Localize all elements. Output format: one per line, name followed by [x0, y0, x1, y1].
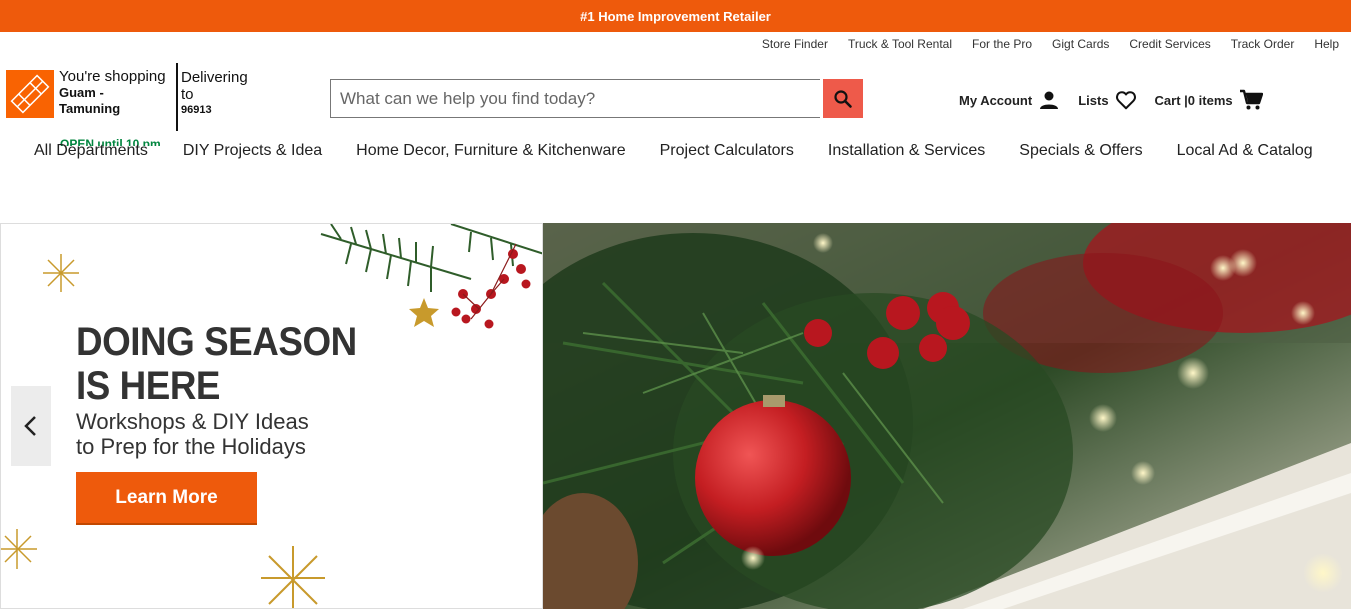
utility-link-truck-tool-rental[interactable]: Truck & Tool Rental — [848, 37, 952, 51]
my-account-label: My Account — [959, 92, 1033, 108]
utility-link-credit-services[interactable]: Credit Services — [1129, 37, 1210, 51]
header-divider — [176, 63, 178, 131]
nav-project-calculators[interactable]: Project Calculators — [660, 142, 794, 160]
search-button[interactable] — [823, 79, 863, 118]
nav-home-decor[interactable]: Home Decor, Furniture & Kitchenware — [356, 142, 625, 160]
lists-button[interactable]: Lists — [1078, 89, 1136, 111]
utility-link-for-the-pro[interactable]: For the Pro — [972, 37, 1032, 51]
nav-diy-projects[interactable]: DIY Projects & Idea — [183, 142, 322, 160]
delivery-zip-selector[interactable]: Delivering to 96913 — [181, 69, 248, 117]
delivery-label-line1: Delivering — [181, 69, 248, 86]
utility-link-gift-cards[interactable]: Gigt Cards — [1052, 37, 1109, 51]
header-actions: My Account Lists Cart |0 items — [959, 89, 1263, 111]
hero-headline-line2: IS HERE — [76, 364, 221, 408]
store-label: You're shopping — [59, 68, 166, 85]
home-depot-logo[interactable] — [6, 70, 54, 118]
hero-image — [543, 223, 1351, 609]
carousel-prev-button[interactable] — [11, 386, 51, 466]
cart-label: Cart |0 items — [1154, 92, 1233, 108]
nav-specials-offers[interactable]: Specials & Offers — [1019, 142, 1142, 160]
heart-icon — [1115, 91, 1136, 110]
nav-all-departments[interactable]: All Departments — [34, 142, 148, 160]
logo-mark — [6, 70, 54, 118]
christmas-garland-photo — [543, 223, 1351, 609]
hero-headline-line1: DOING SEASON — [76, 320, 357, 364]
search-input[interactable] — [330, 79, 820, 118]
cart-icon — [1239, 89, 1263, 110]
utility-link-track-order[interactable]: Track Order — [1231, 37, 1295, 51]
hero-sub-line2: to Prep for the Holidays — [76, 434, 306, 459]
utility-nav: Store Finder Truck & Tool Rental For the… — [762, 37, 1339, 51]
search-bar — [330, 79, 863, 118]
hero-subheadline: Workshops & DIY Ideas to Prep for the Ho… — [76, 409, 309, 459]
search-icon — [834, 89, 852, 108]
utility-link-help[interactable]: Help — [1314, 37, 1339, 51]
top-promo-banner: #1 Home Improvement Retailer — [0, 0, 1351, 32]
hero-text-panel: DOING SEASON IS HERE Workshops & DIY Ide… — [0, 223, 543, 609]
store-selector[interactable]: You're shopping Guam - Tamuning OPEN unt… — [59, 68, 169, 146]
promo-banner-text: #1 Home Improvement Retailer — [580, 8, 771, 24]
nav-installation-services[interactable]: Installation & Services — [828, 142, 985, 160]
nav-local-ad-catalog[interactable]: Local Ad & Catalog — [1177, 142, 1313, 160]
hero-carousel: DOING SEASON IS HERE Workshops & DIY Ide… — [0, 223, 1351, 609]
chevron-left-icon — [24, 416, 36, 436]
learn-more-button[interactable]: Learn More — [76, 472, 257, 523]
hero-headline: DOING SEASON IS HERE — [76, 320, 357, 408]
cart-button[interactable]: Cart |0 items — [1155, 89, 1263, 111]
store-name-line1: Guam - — [59, 85, 104, 100]
delivery-label-line2: to — [181, 86, 194, 103]
main-nav: All Departments DIY Projects & Idea Home… — [34, 142, 1313, 160]
person-icon — [1040, 91, 1059, 109]
hero-sub-line1: Workshops & DIY Ideas — [76, 409, 309, 434]
utility-link-store-finder[interactable]: Store Finder — [762, 37, 828, 51]
store-name-line2: Tamuning — [59, 101, 121, 116]
my-account-button[interactable]: My Account — [959, 89, 1060, 111]
delivery-zip: 96913 — [181, 104, 212, 116]
lists-label: Lists — [1078, 92, 1109, 108]
